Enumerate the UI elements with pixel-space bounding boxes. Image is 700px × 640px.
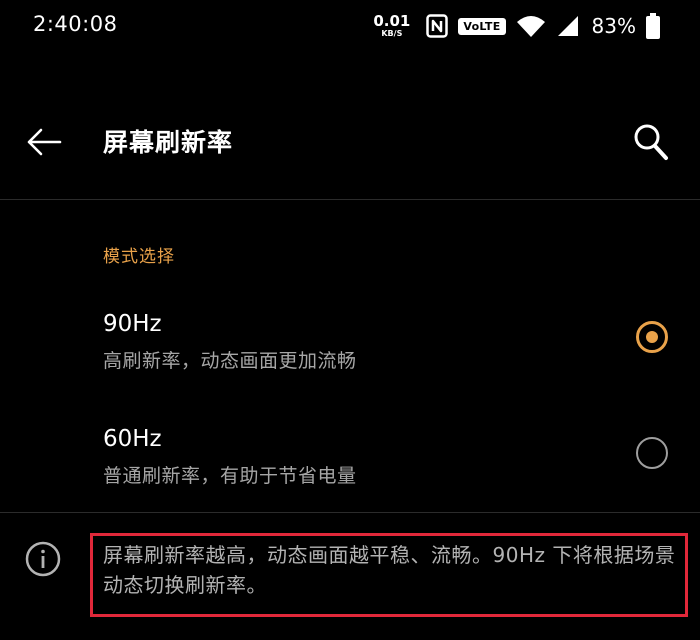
option-description: 普通刷新率，有助于节省电量: [103, 465, 357, 487]
section-header: 模式选择: [103, 247, 175, 267]
page-title: 屏幕刷新率: [103, 128, 234, 157]
option-60hz[interactable]: 60Hz 普通刷新率，有助于节省电量: [0, 426, 700, 516]
search-button[interactable]: [626, 118, 676, 166]
options-divider: [0, 512, 700, 513]
battery-percent: 83%: [591, 14, 636, 38]
info-text: 屏幕刷新率越高，动态画面越平稳、流畅。90Hz 下将根据场景动态切换刷新率。: [103, 543, 676, 597]
radio-90hz[interactable]: [636, 321, 668, 353]
option-title: 90Hz: [103, 311, 162, 337]
back-arrow-icon: [27, 128, 62, 156]
option-title: 60Hz: [103, 426, 162, 452]
info-icon: [25, 541, 61, 577]
network-speed-value: 0.01: [373, 12, 411, 30]
header-divider: [0, 199, 700, 200]
option-90hz[interactable]: 90Hz 高刷新率，动态画面更加流畅: [0, 311, 700, 401]
signal-icon: [557, 16, 578, 36]
volte-badge: VoLTE: [458, 17, 506, 35]
status-icons: 0.01 KB/S VoLTE 83%: [373, 9, 660, 43]
status-bar: 2:40:08 0.01 KB/S VoLTE 83%: [0, 0, 700, 54]
app-bar: 屏幕刷新率: [0, 100, 700, 184]
wifi-icon: [516, 16, 545, 37]
option-description: 高刷新率，动态画面更加流畅: [103, 350, 357, 372]
radio-60hz[interactable]: [636, 437, 668, 469]
network-speed: 0.01 KB/S: [373, 14, 410, 38]
search-icon: [634, 124, 668, 160]
nfc-icon: [426, 14, 449, 38]
back-button[interactable]: [22, 122, 66, 162]
radio-selected-dot: [646, 331, 658, 343]
status-time: 2:40:08: [33, 12, 118, 36]
network-speed-unit: KB/S: [381, 29, 403, 38]
battery-icon: [646, 13, 660, 39]
